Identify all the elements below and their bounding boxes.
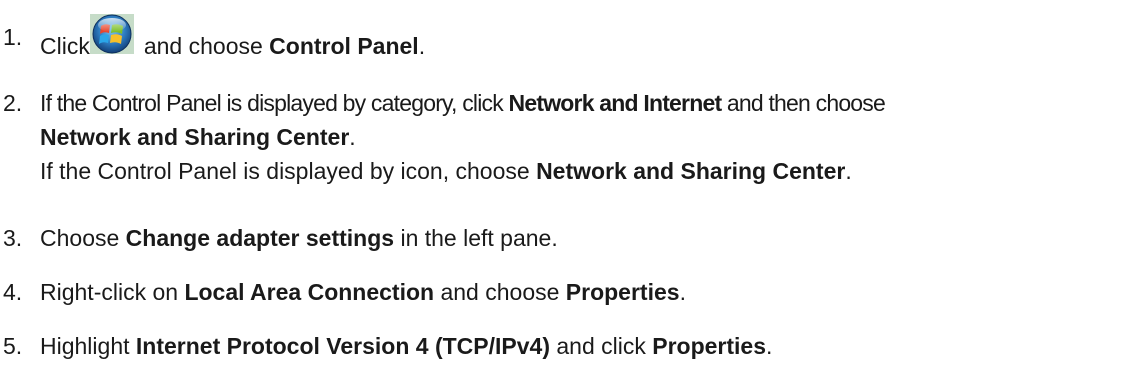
step-text: If the Control Panel is displayed by cat… — [40, 86, 886, 188]
step-text-click: Click — [40, 33, 90, 59]
ui-term-local-area-connection: Local Area Connection — [184, 279, 435, 305]
step-line: If the Control Panel is displayed by cat… — [40, 86, 886, 120]
windows-start-orb-icon — [89, 14, 134, 54]
step-number: 3. — [3, 225, 23, 251]
step-line: Network and Sharing Center. — [40, 120, 885, 154]
step-text-part: Choose — [40, 225, 120, 251]
step-text-part: and click — [556, 333, 646, 359]
ui-term-network-and-sharing-center: Network and Sharing Center — [536, 158, 846, 184]
ui-term-network-and-internet: Network and Internet — [508, 90, 723, 116]
step-text: Click and choose Control Panel. — [40, 14, 426, 63]
ui-term-network-and-sharing-center: Network and Sharing Center — [40, 124, 350, 150]
step-number: 2. — [3, 90, 23, 116]
step-text-end: . — [349, 124, 356, 150]
step-text-part: If the Control Panel is displayed by ico… — [40, 158, 530, 184]
step-text-part: Highlight — [40, 333, 130, 359]
ui-term-change-adapter-settings: Change adapter settings — [125, 225, 395, 251]
step-text: Choose Change adapter settings in the le… — [40, 221, 558, 255]
step-text: Highlight Internet Protocol Version 4 (T… — [40, 329, 772, 363]
windows-start-orb-svg — [89, 14, 134, 54]
step-text-end: . — [679, 279, 686, 305]
step-text-end: . — [418, 33, 426, 59]
ui-term-properties: Properties — [565, 279, 680, 305]
step-text-part: Right-click on — [40, 279, 179, 305]
step-text-part: and choose — [440, 279, 560, 305]
step-text-part: and then choose — [726, 90, 886, 116]
step-text: Right-click on Local Area Connection and… — [40, 275, 686, 309]
ui-term-control-panel: Control Panel — [269, 33, 419, 59]
ui-term-internet-protocol-version-4: Internet Protocol Version 4 (TCP/IPv4) — [135, 333, 550, 359]
step-number: 5. — [3, 333, 23, 359]
step-number: 1. — [3, 24, 23, 50]
ui-term-properties: Properties — [652, 333, 767, 359]
step-text-part: If the Control Panel is displayed by cat… — [40, 90, 504, 116]
step-text-end: . — [845, 158, 852, 184]
step-text-after-icon: and choose — [143, 33, 263, 59]
step-text-end: . — [766, 333, 773, 359]
step-number: 4. — [3, 279, 23, 305]
step-line: If the Control Panel is displayed by ico… — [40, 154, 885, 188]
step-text-part: in the left pane. — [400, 225, 558, 251]
